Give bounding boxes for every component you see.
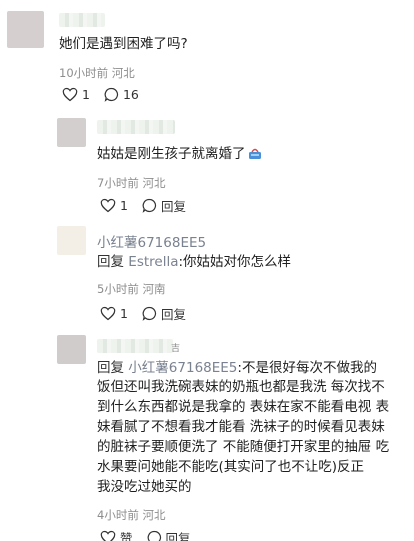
heart-icon[interactable] [100,198,116,213]
like-count: 1 [120,198,128,213]
avatar[interactable] [57,226,86,255]
heart-icon[interactable] [62,87,78,102]
reply-actions: 赞 回复 [100,528,191,541]
comment-icon[interactable] [142,198,157,213]
like-label[interactable]: 赞 [120,528,133,541]
username[interactable]: 小红薯67168EE5 [97,231,206,251]
comment-icon[interactable] [104,87,119,102]
reply-meta: 5小时前 河南 [97,282,166,296]
username-blurred[interactable] [97,339,173,353]
reply-actions: 1 回复 [100,196,186,215]
comment-meta: 10小时前 河北 [59,66,135,80]
reply-count: 16 [122,87,139,102]
reply-text-line-2: 饭但还叫我洗碗表妹的奶瓶也都是我洗 每次找不 [97,379,385,395]
reply-text: 回复 Estrella:你姑姑对你怎么样 [97,254,292,270]
comment-icon[interactable] [142,306,157,321]
username-blurred[interactable] [97,120,175,134]
comment-icon[interactable] [147,530,162,541]
reply-meta: 4小时前 河北 [97,508,166,522]
reply-text-line-6: 水果要问她能不能吃(其实问了也不让吃)反正 [97,459,365,475]
handbag-emoji-icon [248,148,261,159]
heart-icon[interactable] [100,306,116,321]
reply-button-label[interactable]: 回复 [161,196,186,215]
reply-text-line-5: 的脏袜子要顺便洗了 不能随便打开家里的抽屉 吃 [97,439,390,455]
like-count: 1 [120,306,128,321]
avatar[interactable] [57,335,86,364]
reply-button-label[interactable]: 回复 [161,304,186,323]
reply-button-label[interactable]: 回复 [166,528,191,541]
reply-text: 姑姑是刚生孩子就离婚了 [97,145,262,165]
avatar[interactable] [7,11,44,48]
comment-actions: 1 16 [62,87,139,102]
reply-actions: 1 回复 [100,304,186,323]
like-count: 1 [82,87,90,102]
reply-meta: 7小时前 河北 [97,176,166,190]
heart-icon[interactable] [100,530,116,541]
username-blurred[interactable] [59,13,105,27]
reply-text-line-1: 回复 小红薯67168EE5:不是很好每次不做我的 [97,360,377,376]
reply-target-user[interactable]: 小红薯67168EE5 [128,360,237,376]
avatar[interactable] [57,118,86,147]
reply-target-user[interactable]: Estrella [128,254,178,270]
comment-text: 她们是遇到困难了吗? [59,36,188,52]
reply-text-line-4: 妹看腻了不想看我才能看 洗袜子的时候看见表妹 [97,419,385,435]
reply-text-line-3: 到什么东西都说是我拿的 表妹在家不能看电视 表 [97,399,390,415]
username-fragment: 吉 [171,344,181,354]
reply-text-line-7: 我没吃过她买的 [97,479,192,495]
